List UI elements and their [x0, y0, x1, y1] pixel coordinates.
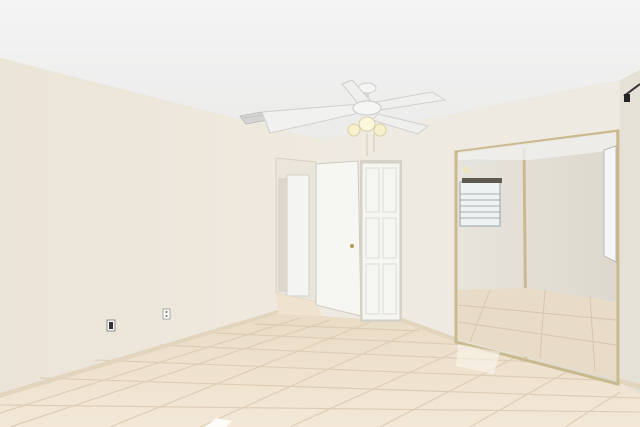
fan-light: [358, 116, 376, 132]
electrical-outlet: [106, 319, 116, 332]
reflected-window: [459, 181, 501, 227]
doorway: [275, 157, 322, 316]
door-knob[interactable]: [350, 244, 354, 248]
paneled-door[interactable]: [315, 160, 362, 317]
closet-door[interactable]: [360, 160, 402, 322]
room-photo: [0, 0, 640, 427]
electrical-outlet-2: [162, 308, 171, 320]
mirrored-closet-doors[interactable]: [454, 129, 620, 386]
right-wall: [620, 70, 640, 427]
